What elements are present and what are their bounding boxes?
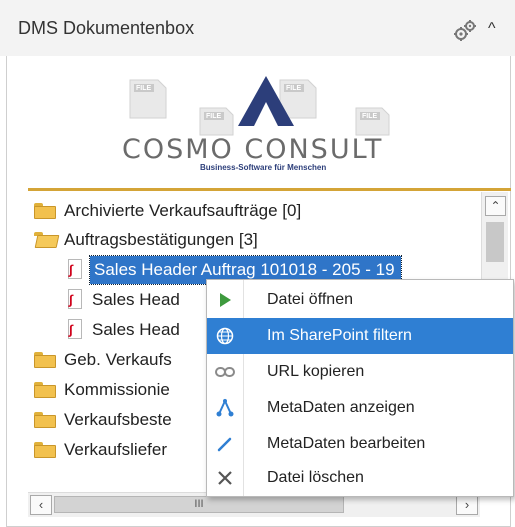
folder-icon <box>34 382 56 398</box>
tree-folder-item[interactable]: Kommissionie <box>34 375 170 405</box>
file-label: FILE <box>362 113 378 120</box>
tree-item-label: Geb. Verkaufs <box>64 350 172 369</box>
file-label: FILE <box>136 85 152 92</box>
context-menu: Datei öffnen Im SharePoint filtern URL k… <box>206 279 514 497</box>
tree-item-label: Sales Head <box>92 290 180 309</box>
menu-item-label: Datei öffnen <box>267 291 353 308</box>
play-icon <box>207 282 243 318</box>
horizontal-scroll-thumb[interactable]: III <box>54 496 344 513</box>
pencil-icon <box>207 426 243 462</box>
folder-icon <box>34 203 56 219</box>
delete-icon <box>207 460 243 496</box>
tree-item-label: Verkaufsliefer <box>64 440 167 459</box>
link-icon <box>207 354 243 390</box>
menu-item-label: Im SharePoint filtern <box>267 327 412 344</box>
menu-item-show-metadata[interactable]: MetaDaten anzeigen <box>207 390 513 426</box>
vertical-scroll-thumb[interactable] <box>486 222 504 262</box>
file-label: FILE <box>286 85 302 92</box>
tree-folder-item[interactable]: Verkaufsliefer <box>34 435 167 465</box>
logo-tagline: Business-Software für Menschen <box>200 163 327 172</box>
menu-item-label: MetaDaten bearbeiten <box>267 435 426 452</box>
collapse-chevron-icon[interactable]: ^ <box>488 20 496 38</box>
pdf-icon: ∫ <box>66 319 84 341</box>
tree-document-item[interactable]: ∫ Sales Head <box>64 285 180 315</box>
folder-icon <box>34 352 56 368</box>
metadata-icon <box>207 390 243 426</box>
menu-item-label: MetaDaten anzeigen <box>267 399 415 416</box>
tree-item-label: Archivierte Verkaufsaufträge [0] <box>64 201 302 220</box>
panel-title: DMS Dokumentenbox <box>18 18 195 38</box>
pdf-icon: ∫ <box>66 259 84 281</box>
folder-open-icon <box>34 232 56 248</box>
tree-item-label: Kommissionie <box>64 380 170 399</box>
globe-icon <box>207 318 243 354</box>
menu-item-open-file[interactable]: Datei öffnen <box>207 282 513 318</box>
tree-item-label: Verkaufsbeste <box>64 410 172 429</box>
tree-folder-item[interactable]: Geb. Verkaufs <box>34 345 172 375</box>
tree-folder-item[interactable]: Archivierte Verkaufsaufträge [0] <box>34 196 301 226</box>
menu-item-copy-url[interactable]: URL kopieren <box>207 354 513 390</box>
menu-item-sharepoint-filter[interactable]: Im SharePoint filtern <box>207 318 513 354</box>
settings-gears-icon[interactable] <box>452 18 478 44</box>
scroll-left-icon[interactable]: ‹ <box>30 495 52 515</box>
menu-item-label: Datei löschen <box>267 469 364 486</box>
tree-item-label: Sales Head <box>92 320 180 339</box>
folder-icon <box>34 442 56 458</box>
folder-icon <box>34 412 56 428</box>
dms-panel: DMS Dokumentenbox ^ FILE FILE FILE FILE … <box>0 0 515 527</box>
tree-document-item[interactable]: ∫ Sales Head <box>64 315 180 345</box>
menu-item-edit-metadata[interactable]: MetaDaten bearbeiten <box>207 426 513 462</box>
file-label: FILE <box>206 113 222 120</box>
tree-folder-item[interactable]: Verkaufsbeste <box>34 405 172 435</box>
pdf-icon: ∫ <box>66 289 84 311</box>
logo-brand-text: COSMO CONSULT <box>122 134 384 165</box>
menu-item-label: URL kopieren <box>267 363 365 380</box>
menu-item-delete-file[interactable]: Datei löschen <box>207 460 513 496</box>
tree-folder-item[interactable]: Auftragsbestätigungen [3] <box>34 225 258 255</box>
scroll-right-icon[interactable]: › <box>456 495 478 515</box>
tree-item-label: Auftragsbestätigungen [3] <box>64 230 258 249</box>
scroll-up-icon[interactable]: ⌃ <box>485 196 506 216</box>
panel-header: DMS Dokumentenbox ^ <box>0 0 515 56</box>
accent-divider <box>28 188 511 191</box>
